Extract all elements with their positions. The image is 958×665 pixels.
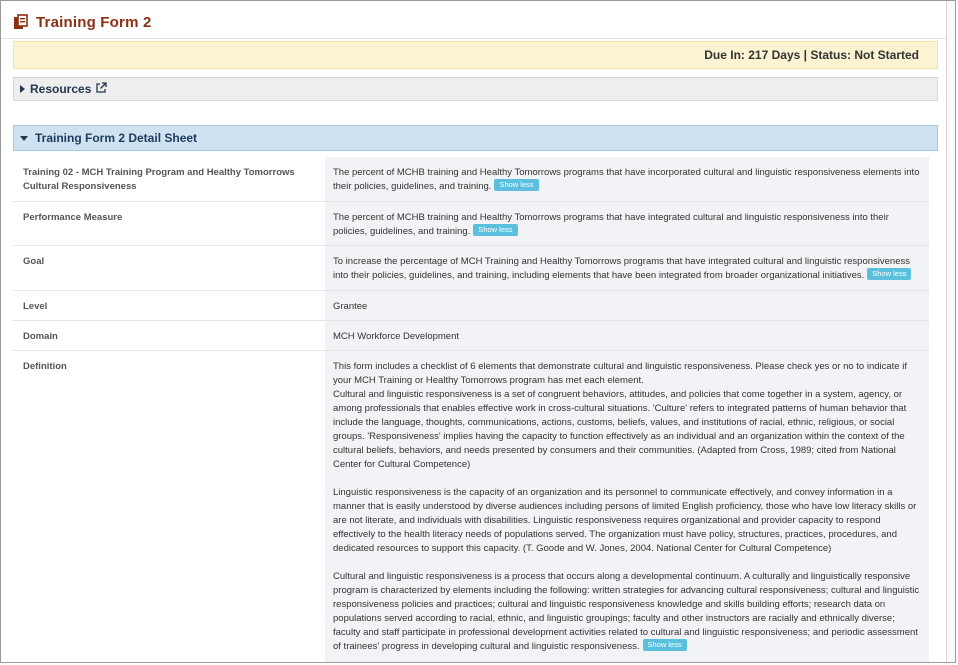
resources-label: Resources [30, 82, 92, 96]
page-title: Training Form 2 [36, 13, 152, 31]
table-row: Performance Measure The percent of MCHB … [13, 202, 929, 246]
detail-sheet-title: Training Form 2 Detail Sheet [35, 131, 198, 145]
table-row: Training 02 - MCH Training Program and H… [13, 157, 929, 202]
row-label: Level [23, 301, 48, 312]
show-less-button[interactable]: Show less [867, 268, 912, 281]
row-value: The percent of MCHB training and Healthy… [325, 157, 929, 201]
show-less-button[interactable]: Show less [642, 639, 687, 652]
table-row: Goal To increase the percentage of MCH T… [13, 246, 929, 291]
row-label: Domain [23, 331, 58, 342]
table-row: Domain MCH Workforce Development [13, 321, 929, 351]
page-header: Training Form 2 [13, 12, 152, 32]
definition-paragraph: Linguistic responsiveness is the capacit… [333, 487, 917, 554]
row-value-text: The percent of MCHB training and Healthy… [333, 212, 889, 237]
form-copy-icon [14, 14, 28, 29]
row-value: This form includes a checklist of 6 elem… [325, 351, 929, 662]
detail-sheet-toggle[interactable]: Training Form 2 Detail Sheet [13, 125, 938, 151]
row-value-text: To increase the percentage of MCH Traini… [333, 256, 910, 281]
scrollbar[interactable] [946, 1, 955, 662]
row-label: Performance Measure [23, 212, 123, 223]
due-status-text: Due In: 217 Days | Status: Not Started [704, 48, 919, 62]
row-value: Grantee [325, 291, 929, 320]
table-row: Level Grantee [13, 291, 929, 321]
table-row: Definition This form includes a checklis… [13, 351, 929, 662]
row-label: Definition [23, 361, 67, 372]
show-less-button[interactable]: Show less [473, 224, 518, 237]
definition-paragraph: Cultural and linguistic responsiveness i… [333, 389, 907, 470]
row-value: To increase the percentage of MCH Traini… [325, 246, 929, 290]
row-value-text: The percent of MCHB training and Healthy… [333, 167, 920, 192]
definition-paragraph-text: Cultural and linguistic responsiveness i… [333, 571, 920, 652]
definition-paragraph: This form includes a checklist of 6 elem… [333, 361, 907, 386]
definition-paragraph: Cultural and linguistic responsiveness i… [333, 570, 921, 654]
row-value: The percent of MCHB training and Healthy… [325, 202, 929, 245]
external-link-icon[interactable] [95, 81, 108, 94]
row-label: Training 02 - MCH Training Program and H… [23, 167, 295, 192]
row-label: Goal [23, 256, 45, 267]
resources-toggle[interactable]: Resources [13, 77, 938, 101]
status-bar: Due In: 217 Days | Status: Not Started [13, 41, 938, 69]
caret-down-icon [20, 135, 28, 141]
window-frame: Training Form 2 Due In: 217 Days | Statu… [0, 0, 956, 663]
detail-table: Training 02 - MCH Training Program and H… [13, 157, 929, 662]
caret-right-icon [20, 85, 25, 93]
title-divider [1, 38, 948, 39]
show-less-button[interactable]: Show less [494, 179, 539, 192]
row-value: MCH Workforce Development [325, 321, 929, 350]
